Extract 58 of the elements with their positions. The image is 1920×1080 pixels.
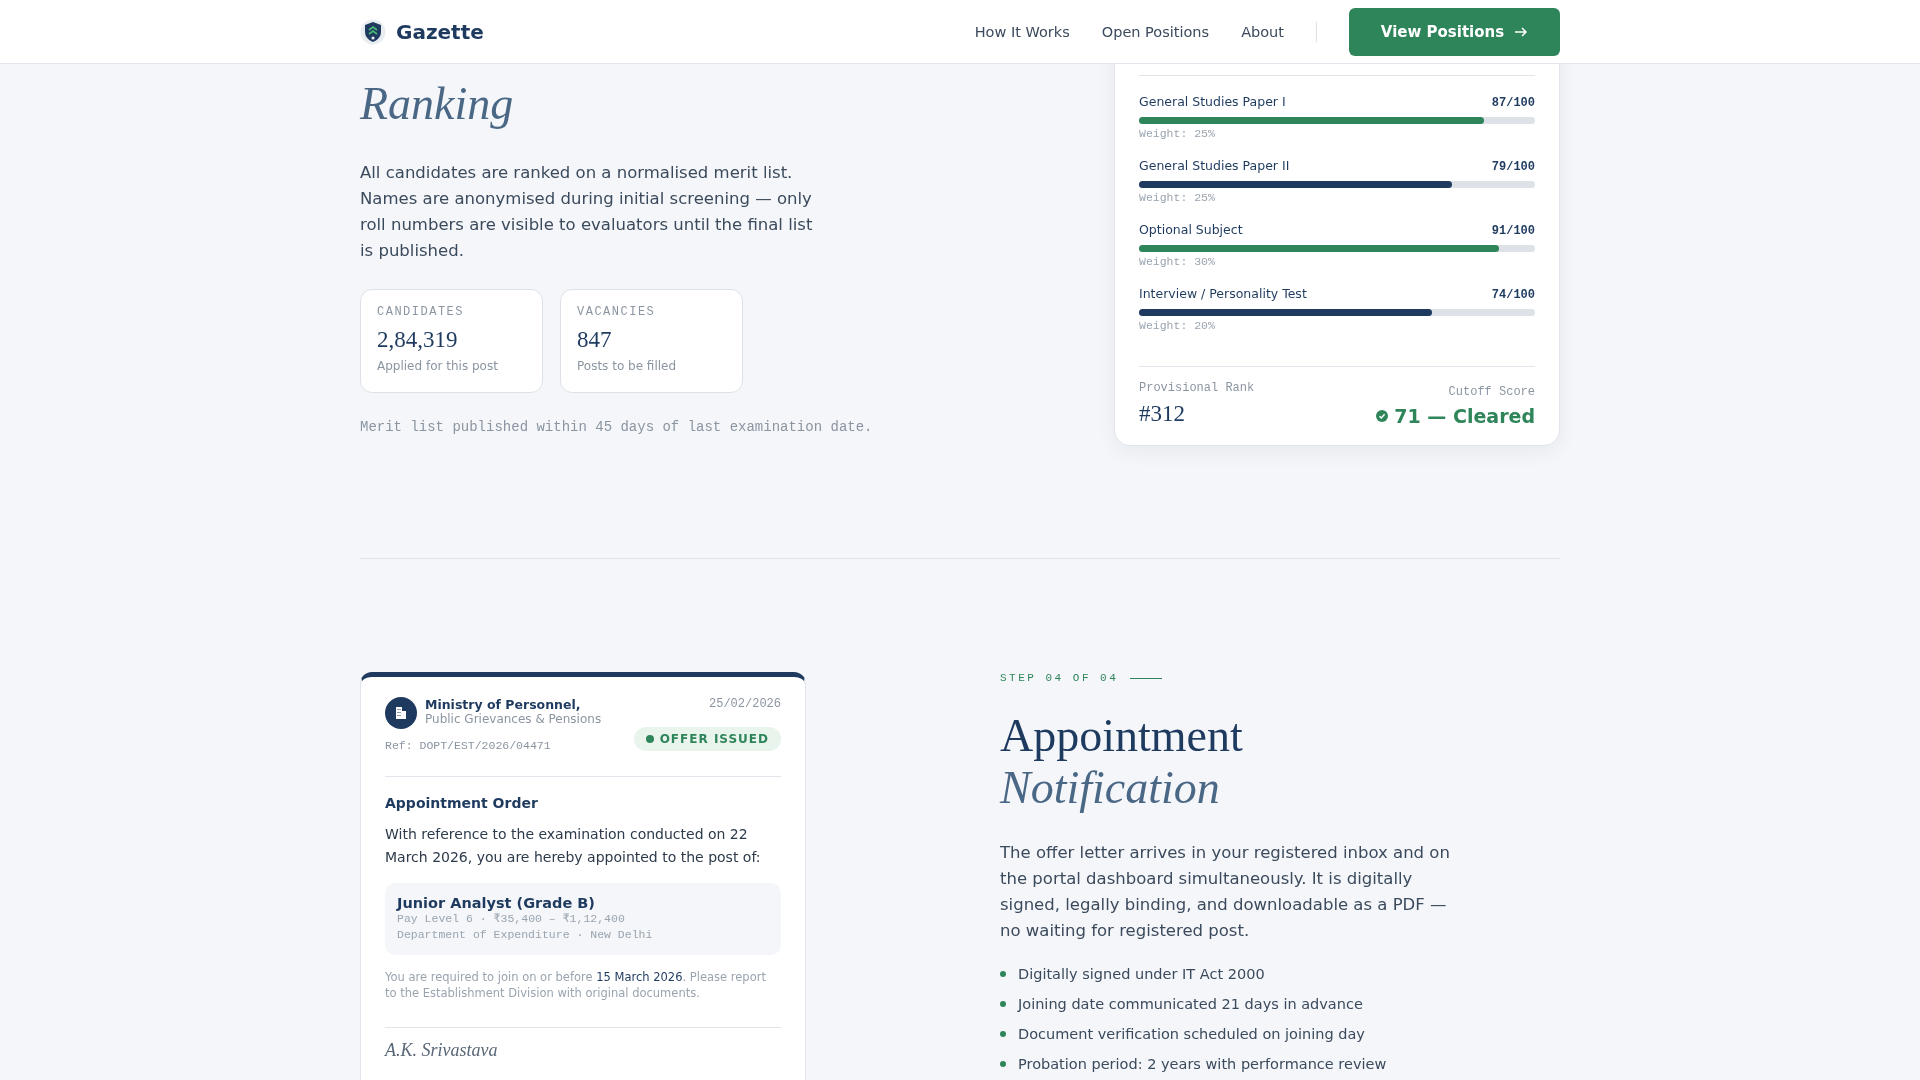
step-label: STEP 04 OF 04	[1000, 672, 1119, 684]
cutoff-value: 71 — Cleared	[1394, 405, 1535, 427]
stat-label: VACANCIES	[577, 305, 657, 319]
building-icon	[385, 697, 417, 729]
subject-score: 91/100	[1491, 224, 1535, 238]
section-heading: Ranking	[360, 78, 515, 130]
subject-name: Interview / Personality Test	[1139, 286, 1307, 301]
reference-number: Ref: DOPT/EST/2026/04471	[385, 739, 552, 752]
post-title: Junior Analyst (Grade B)	[397, 895, 596, 911]
nav-link[interactable]: About	[1241, 23, 1284, 40]
section-heading: Appointment Notification	[1000, 710, 1244, 814]
arrow-right-icon	[1514, 25, 1529, 38]
stat-caption: Applied for this post	[377, 359, 499, 373]
post-detail: Pay Level 6 · ₹35,400 – ₹1,12,400	[397, 911, 626, 927]
view-positions-button[interactable]: View Positions	[1349, 7, 1560, 56]
nav-link[interactable]: Open Positions	[1101, 23, 1210, 40]
feature-item: Digitally signed under IT Act 2000	[1018, 965, 1265, 984]
subject-name: General Studies Paper I	[1139, 94, 1286, 109]
bullet-icon	[1000, 1031, 1006, 1037]
ministry-department: Public Grievances & Pensions	[425, 712, 602, 726]
rank-label: Provisional Rank	[1139, 381, 1255, 395]
subject-weight: Weight: 25%	[1139, 127, 1216, 140]
subject-score: 74/100	[1491, 288, 1535, 302]
brand-name[interactable]: Gazette	[396, 19, 484, 44]
section-description: The offer letter arrives in your registered inbox and on the portal dashboard simultaneously. It is digitally signed, legally binding, and downloadable as a PDF — no waiting for registered post.	[1000, 842, 1451, 942]
subject-score: 79/100	[1491, 160, 1535, 174]
check-circle-icon	[1376, 410, 1389, 422]
status-dot-icon	[645, 735, 654, 743]
stat-value: 847	[577, 327, 613, 353]
order-text: With reference to the examination conducted on 22 March 2026, you are hereby appointed to the post of:	[385, 825, 762, 867]
joining-note: You are required to join on or before 15 March 2026. Please report to the Establishment Division with original documents.	[385, 969, 767, 1001]
letter-date: 25/02/2026	[709, 697, 781, 711]
subject-weight: Weight: 25%	[1139, 191, 1216, 204]
feature-item: Joining date communicated 21 days in advance	[1018, 995, 1363, 1014]
signature: A.K. Srivastava	[385, 1040, 499, 1061]
footnote: Merit list published within 45 days of last examination date.	[360, 419, 874, 435]
stat-label: CANDIDATES	[377, 305, 465, 319]
subject-weight: Weight: 20%	[1139, 319, 1216, 332]
feature-item: Probation period: 2 years with performance review	[1018, 1055, 1387, 1074]
bullet-icon	[1000, 1061, 1006, 1067]
subject-weight: Weight: 30%	[1139, 255, 1216, 268]
status-badge: OFFER ISSUED	[633, 727, 781, 751]
stat-caption: Posts to be filled	[577, 359, 678, 373]
subject-score: 87/100	[1491, 96, 1535, 110]
nav-link[interactable]: How It Works	[974, 23, 1070, 40]
feature-item: Document verification scheduled on joining day	[1018, 1025, 1365, 1044]
bullet-icon	[1000, 1001, 1006, 1007]
section-description: All candidates are ranked on a normalised merit list. Names are anonymised during initial screening — only roll numbers are visible to evaluators until the final list is published.	[360, 162, 814, 262]
shield-logo-icon	[360, 18, 386, 45]
ministry-name: Ministry of Personnel,	[425, 697, 582, 712]
subject-name: Optional Subject	[1139, 222, 1243, 237]
post-detail: Department of Expenditure · New Delhi	[397, 927, 654, 943]
cutoff-label: Cutoff Score	[1448, 385, 1535, 399]
stat-value: 2,84,319	[377, 327, 459, 353]
subject-name: General Studies Paper II	[1139, 158, 1290, 173]
rank-value: #312	[1139, 401, 1185, 427]
bullet-icon	[1000, 971, 1006, 977]
order-title: Appointment Order	[385, 795, 539, 811]
